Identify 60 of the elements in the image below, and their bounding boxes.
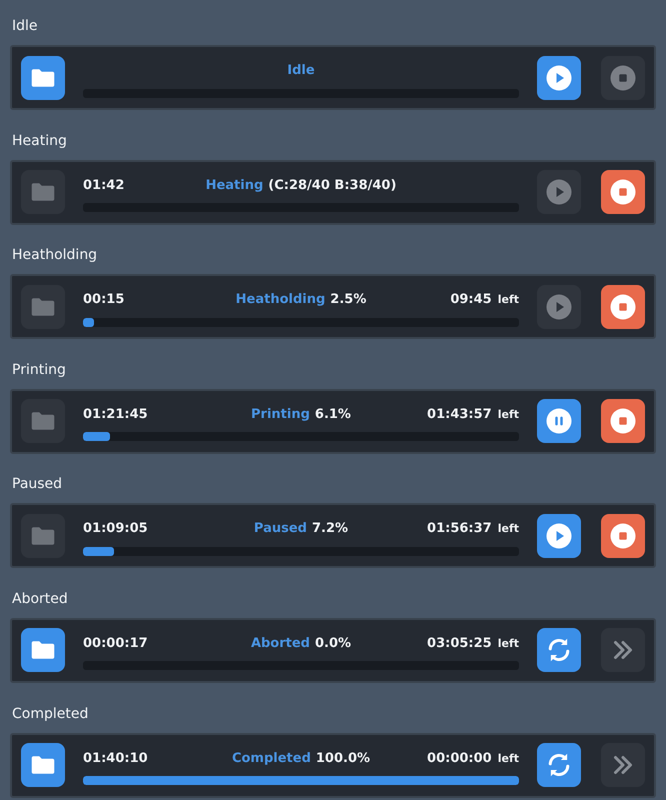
stop-button[interactable] <box>601 284 645 329</box>
stop-button[interactable] <box>601 170 645 214</box>
stop-icon <box>608 520 638 551</box>
folder-button[interactable] <box>21 743 65 788</box>
play-icon <box>544 177 574 208</box>
pause-button[interactable] <box>537 399 581 444</box>
play-icon <box>544 292 574 322</box>
stop-icon <box>608 292 638 322</box>
skip-button[interactable] <box>601 743 645 788</box>
section-label: Heatholding <box>11 246 98 266</box>
play-button[interactable] <box>537 56 581 100</box>
stop-button[interactable] <box>601 399 645 444</box>
restart-button[interactable] <box>537 743 581 788</box>
restart-button[interactable] <box>537 628 581 672</box>
play-button[interactable] <box>537 514 581 558</box>
status-text: Completed <box>232 750 311 766</box>
stop-icon <box>608 406 638 436</box>
status-text: Heatholding <box>236 292 326 308</box>
elapsed-time: 00:15 <box>83 292 124 308</box>
status-detail: (C:28/40 B:38/40) <box>268 178 396 193</box>
play-icon <box>544 520 574 551</box>
status-text: Aborted <box>250 636 310 651</box>
elapsed-time: 00:00:17 <box>83 636 148 651</box>
section-label: Paused <box>11 475 62 494</box>
stop-button[interactable] <box>601 514 645 558</box>
skip-button[interactable] <box>601 628 645 672</box>
remaining-time: 09:45 <box>450 292 492 308</box>
left-label: left <box>498 636 519 650</box>
section-label: Completed <box>11 704 88 724</box>
left-label: left <box>498 522 519 536</box>
elapsed-time: 01:09:05 <box>83 521 148 536</box>
folder-button[interactable] <box>21 628 65 672</box>
section-label: Aborted <box>11 590 68 609</box>
remaining-time: 03:05:25 <box>427 636 492 651</box>
status-detail: 2.5% <box>330 292 366 308</box>
status-text: Paused <box>254 521 307 536</box>
status-detail: 100.0% <box>316 750 370 766</box>
status-text: Idle <box>287 63 315 78</box>
left-label: left <box>498 293 519 306</box>
remaining-time: 01:56:37 <box>427 521 492 536</box>
status-detail: 6.1% <box>314 406 351 422</box>
pause-icon <box>544 406 574 436</box>
left-label: left <box>498 752 519 765</box>
elapsed-time: 01:42 <box>83 178 124 193</box>
left-label: left <box>498 408 519 421</box>
section-label: Idle <box>11 17 38 36</box>
section-label: Heating <box>11 132 67 151</box>
section-label: Printing <box>11 360 66 380</box>
stop-icon <box>608 62 638 92</box>
remaining-time: 01:43:57 <box>427 406 492 422</box>
elapsed-time: 01:40:10 <box>83 750 148 766</box>
elapsed-time: 01:21:45 <box>83 406 148 422</box>
status-text: Printing <box>251 406 310 422</box>
stop-icon <box>608 177 638 208</box>
remaining-time: 00:00:00 <box>427 750 492 766</box>
folder-button[interactable] <box>21 56 65 100</box>
status-text: Heating <box>206 178 264 193</box>
status-detail: 0.0% <box>314 636 352 651</box>
play-icon <box>544 62 574 92</box>
status-detail: 7.2% <box>312 521 348 536</box>
